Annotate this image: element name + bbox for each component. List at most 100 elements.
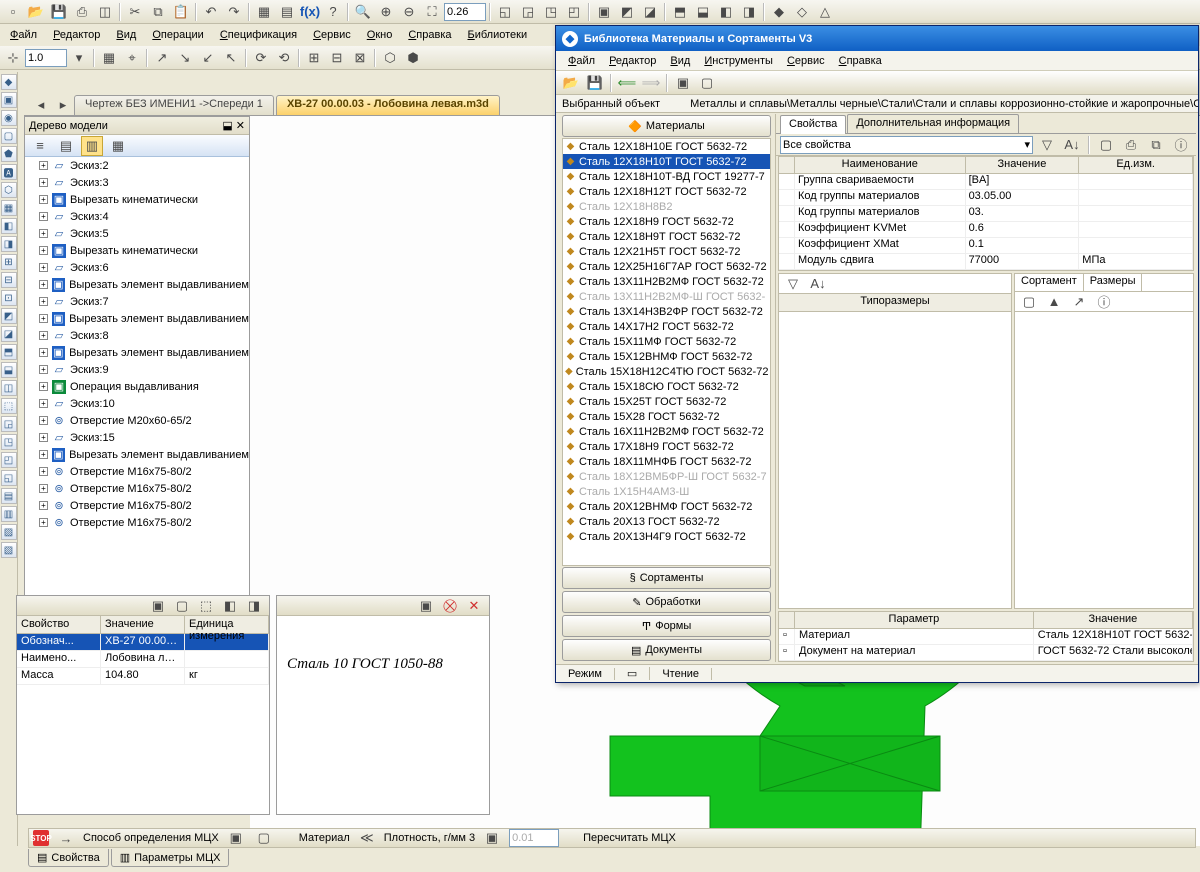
param-row[interactable]: ▫Документ на материалГОСТ 5632-72 Стали … — [779, 645, 1193, 661]
tab-addinfo[interactable]: Дополнительная информация — [847, 114, 1019, 133]
palette-tool-9[interactable]: ◨ — [1, 236, 17, 252]
tree-item[interactable]: +▣Вырезать элемент выдавливанием — [25, 446, 249, 463]
material-item[interactable]: ◆Сталь 12Х18Н10Е ГОСТ 5632-72 — [563, 139, 770, 154]
material-item[interactable]: ◆Сталь 17Х18Н9 ГОСТ 5632-72 — [563, 439, 770, 454]
tree-item[interactable]: +▱Эскиз:4 — [25, 208, 249, 225]
tree-toggle-icon[interactable]: + — [39, 484, 48, 493]
shade-icon[interactable]: ◩ — [616, 2, 638, 22]
view3-icon[interactable]: ◳ — [540, 2, 562, 22]
palette-tool-2[interactable]: ◉ — [1, 110, 17, 126]
sk4-icon[interactable]: ↖ — [220, 48, 242, 68]
bb-m2-icon[interactable]: ▢ — [253, 828, 275, 848]
tree-btn4-icon[interactable]: ▦ — [107, 136, 129, 156]
tree-item[interactable]: +▣Вырезать элемент выдавливанием — [25, 310, 249, 327]
bb-mat-icon[interactable]: ≪ — [356, 828, 378, 848]
palette-tool-4[interactable]: ⬟ — [1, 146, 17, 162]
grid-icon[interactable]: ▦ — [98, 48, 120, 68]
tree-toggle-icon[interactable]: + — [39, 365, 48, 374]
tree-toggle-icon[interactable]: + — [39, 229, 48, 238]
property-row[interactable]: Код группы материалов03. — [779, 206, 1193, 222]
sk2-icon[interactable]: ↘ — [174, 48, 196, 68]
zoom-in-icon[interactable]: ⊕ — [375, 2, 397, 22]
tree-toggle-icon[interactable]: + — [39, 399, 48, 408]
palette-tool-13[interactable]: ◩ — [1, 308, 17, 324]
tree-toggle-icon[interactable]: + — [39, 518, 48, 527]
cut-icon[interactable]: ✂ — [124, 2, 146, 22]
menu-Вид[interactable]: Вид — [110, 27, 142, 43]
tree-toggle-icon[interactable]: + — [39, 212, 48, 221]
pg-tb5-icon[interactable]: ◨ — [243, 596, 265, 616]
tree-item[interactable]: +▱Эскиз:5 — [25, 225, 249, 242]
tree-item[interactable]: +▱Эскиз:9 — [25, 361, 249, 378]
tree-item[interactable]: +▱Эскиз:3 — [25, 174, 249, 191]
open-icon[interactable]: 📂 — [25, 2, 47, 22]
tree-item[interactable]: +▣Вырезать элемент выдавливанием — [25, 344, 249, 361]
palette-tool-19[interactable]: ◲ — [1, 416, 17, 432]
c2-icon[interactable]: ⟲ — [273, 48, 295, 68]
dlg-back-icon[interactable]: ⟸ — [616, 73, 638, 93]
palette-tool-25[interactable]: ▨ — [1, 524, 17, 540]
f-t4-icon[interactable]: ⎙ — [1120, 135, 1142, 155]
tab-scroll-right-icon[interactable]: ▸ — [52, 95, 74, 115]
menu-Сервис[interactable]: Сервис — [307, 27, 357, 43]
menu-Редактор[interactable]: Редактор — [47, 27, 106, 43]
material-item[interactable]: ◆Сталь 12Х18Н10Т-ВД ГОСТ 19277-7 — [563, 169, 770, 184]
st-t1-icon[interactable]: ▢ — [1018, 292, 1040, 312]
material-item[interactable]: ◆Сталь 16Х11Н2В2МФ ГОСТ 5632-72 — [563, 424, 770, 439]
tool-c-icon[interactable]: ◧ — [715, 2, 737, 22]
tree-toggle-icon[interactable]: + — [39, 246, 48, 255]
material-item[interactable]: ◆Сталь 12Х18Н9Т ГОСТ 5632-72 — [563, 229, 770, 244]
propgrid-row[interactable]: Наимено...Лобовина левая — [17, 651, 269, 668]
view1-icon[interactable]: ◱ — [494, 2, 516, 22]
btn-processing[interactable]: ✎Обработки — [562, 591, 771, 613]
material-item[interactable]: ◆Сталь 12Х18Н8В2 — [563, 199, 770, 214]
zoom-out-icon[interactable]: ⊖ — [398, 2, 420, 22]
help-icon[interactable]: ? — [322, 2, 344, 22]
sk3-icon[interactable]: ↙ — [197, 48, 219, 68]
palette-tool-15[interactable]: ⬒ — [1, 344, 17, 360]
filter-combo[interactable]: Все свойства▾ — [780, 136, 1033, 154]
tree-btn2-icon[interactable]: ▤ — [55, 136, 77, 156]
palette-tool-22[interactable]: ◱ — [1, 470, 17, 486]
material-item[interactable]: ◆Сталь 18Х12ВМБФР-Ш ГОСТ 5632-7 — [563, 469, 770, 484]
propgrid-row[interactable]: Масса104.80кг — [17, 668, 269, 685]
palette-tool-5[interactable]: 🅰 — [1, 164, 17, 180]
tree-item[interactable]: +▱Эскиз:10 — [25, 395, 249, 412]
btn-documents[interactable]: ▤Документы — [562, 639, 771, 661]
dlg-t2-icon[interactable]: ▢ — [696, 73, 718, 93]
material-item[interactable]: ◆Сталь 15Х28 ГОСТ 5632-72 — [563, 409, 770, 424]
tree-toggle-icon[interactable]: + — [39, 450, 48, 459]
view4-icon[interactable]: ◰ — [563, 2, 585, 22]
tree-item[interactable]: +▱Эскиз:6 — [25, 259, 249, 276]
propgrid-row[interactable]: Обознач...ХВ-27 00.00.03 — [17, 634, 269, 651]
palette-tool-17[interactable]: ◫ — [1, 380, 17, 396]
menu-Справка[interactable]: Справка — [402, 27, 457, 43]
tree-item[interactable]: +▱Эскиз:2 — [25, 157, 249, 174]
print-icon[interactable]: ⎙ — [71, 2, 93, 22]
redo-icon[interactable]: ↷ — [223, 2, 245, 22]
bottom-tab-props[interactable]: ▤Свойства — [28, 849, 109, 867]
dd-icon[interactable]: ▾ — [68, 48, 90, 68]
dialog-titlebar[interactable]: ◆ Библиотека Материалы и Сортаменты V3 — [556, 26, 1198, 51]
save-icon[interactable]: 💾 — [48, 2, 70, 22]
palette-tool-0[interactable]: ◆ — [1, 74, 17, 90]
bb-dens-icon[interactable]: ▣ — [481, 828, 503, 848]
tree-toggle-icon[interactable]: + — [39, 297, 48, 306]
bb-m1-icon[interactable]: ▣ — [225, 828, 247, 848]
scale-input[interactable] — [25, 49, 67, 67]
material-item[interactable]: ◆Сталь 13Х14Н3В2ФР ГОСТ 5632-72 — [563, 304, 770, 319]
tool-d-icon[interactable]: ◨ — [738, 2, 760, 22]
tree-toggle-icon[interactable]: + — [39, 433, 48, 442]
snap-icon[interactable]: ⌖ — [121, 48, 143, 68]
material-item[interactable]: ◆Сталь 20Х13 ГОСТ 5632-72 — [563, 514, 770, 529]
pg-tb4-icon[interactable]: ◧ — [219, 596, 241, 616]
material-item[interactable]: ◆Сталь 18Х11МНФБ ГОСТ 5632-72 — [563, 454, 770, 469]
d2-icon[interactable]: ⊟ — [326, 48, 348, 68]
tree-toggle-icon[interactable]: + — [39, 280, 48, 289]
palette-tool-18[interactable]: ⬚ — [1, 398, 17, 414]
tool-e-icon[interactable]: ◆ — [768, 2, 790, 22]
paste-icon[interactable]: 📋 — [170, 2, 192, 22]
mp-close-icon[interactable]: ✕ — [463, 596, 485, 616]
material-item[interactable]: ◆Сталь 1Х15Н4АМ3-Ш — [563, 484, 770, 499]
property-row[interactable]: Группа свариваемости[BA] — [779, 174, 1193, 190]
